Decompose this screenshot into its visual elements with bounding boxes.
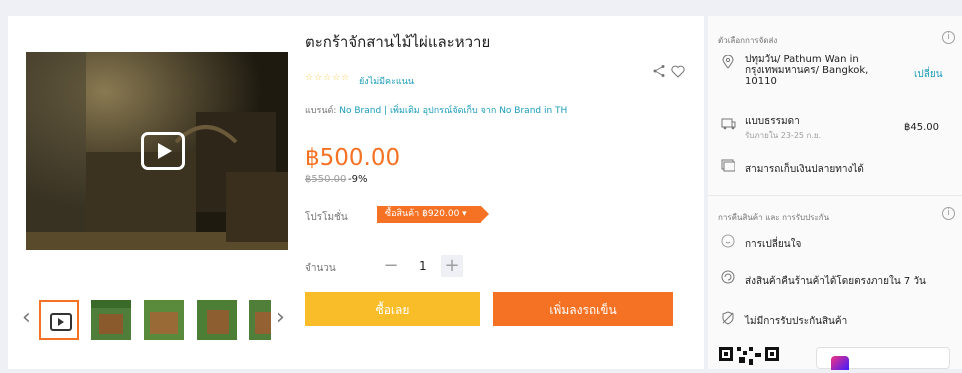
return-text: ส่งสินค้าคืนร้านค้าได้โดยตรงภายใน 7 วัน [745,276,926,287]
play-icon[interactable] [141,132,185,170]
qty-minus-button[interactable]: − [380,255,402,277]
brand-link[interactable]: No Brand [339,106,381,116]
app-logo-icon [831,356,849,370]
standard-price: ฿45.00 [904,122,939,133]
change-mind-icon [721,234,735,252]
thumb-photo [91,300,131,340]
standard-eta: รับภายใน 23-25 ก.ย. [745,131,822,140]
no-warranty-text: ไม่มีการรับประกันสินค้า [745,316,848,327]
thumb-photo [197,300,237,340]
product-title: ตะกร้าจักสานไม้ไผ่และหวาย [305,33,491,51]
qr-code [719,345,809,369]
play-icon [50,313,72,331]
brand-more-link[interactable]: | เพิ่มเติม อุปกรณ์จัดเก็บ จาก No Brand … [384,106,567,116]
return-icon [721,270,735,288]
no-warranty-icon [721,311,735,329]
gallery-next-icon[interactable]: › [276,307,285,329]
thumb-image[interactable] [91,300,131,340]
divider [708,195,962,196]
thumb-photo [249,300,271,340]
delivery-title: ตัวเลือกการจัดส่ง [718,36,778,45]
lazada-app-logo[interactable] [816,347,950,370]
change-mind-text: การเปลี่ยนใจ [745,239,802,250]
info-icon[interactable]: i [942,207,955,220]
thumb-image[interactable] [197,300,237,340]
share-icon[interactable] [652,63,666,82]
delivery-location: ปทุมวัน/ Pathum Wan in กรุงเทพมหานคร/ Ba… [745,54,869,87]
promo-badge[interactable]: ซื้อสินค้า ฿920.00 ▾ [377,206,489,223]
brand-label: แบรนด์: [305,106,337,116]
heart-icon[interactable] [671,63,685,82]
thumb-image[interactable] [249,300,271,340]
location-icon [722,54,734,73]
add-to-cart-button[interactable]: เพิ่มลงรถเข็น [493,292,673,326]
change-location-link[interactable]: เปลี่ยน [914,67,943,82]
qty-label: จำนวน [305,263,336,274]
rating-none-link[interactable]: ยังไม่มีคะแนน [359,74,414,88]
cash-icon [721,158,736,176]
standard-delivery: แบบธรรมดา [745,116,800,127]
gallery-prev-icon[interactable]: ‹ [22,307,31,329]
price: ฿500.00 [305,145,401,171]
original-price: ฿550.00 [305,174,347,185]
brand-line: แบรนด์: No Brand | เพิ่มเติม อุปกรณ์จัดเ… [305,103,567,117]
promo-label: โปรโมชั่น [305,212,348,223]
product-video[interactable] [26,52,288,250]
thumb-video[interactable] [39,300,79,340]
rating-stars: ☆☆☆☆☆ [305,73,351,83]
qty-value[interactable]: 1 [419,259,427,273]
info-icon[interactable]: i [942,31,955,44]
buy-now-button[interactable]: ซื้อเลย [305,292,480,326]
returns-title: การคืนสินค้า และ การรับประกัน [718,213,830,222]
truck-icon [721,116,736,134]
qty-plus-button[interactable]: + [441,255,463,277]
thumb-photo [144,300,184,340]
discount-badge: -9% [348,174,368,185]
cod-text: สามารถเก็บเงินปลายทางได้ [745,164,864,175]
thumb-image[interactable] [144,300,184,340]
